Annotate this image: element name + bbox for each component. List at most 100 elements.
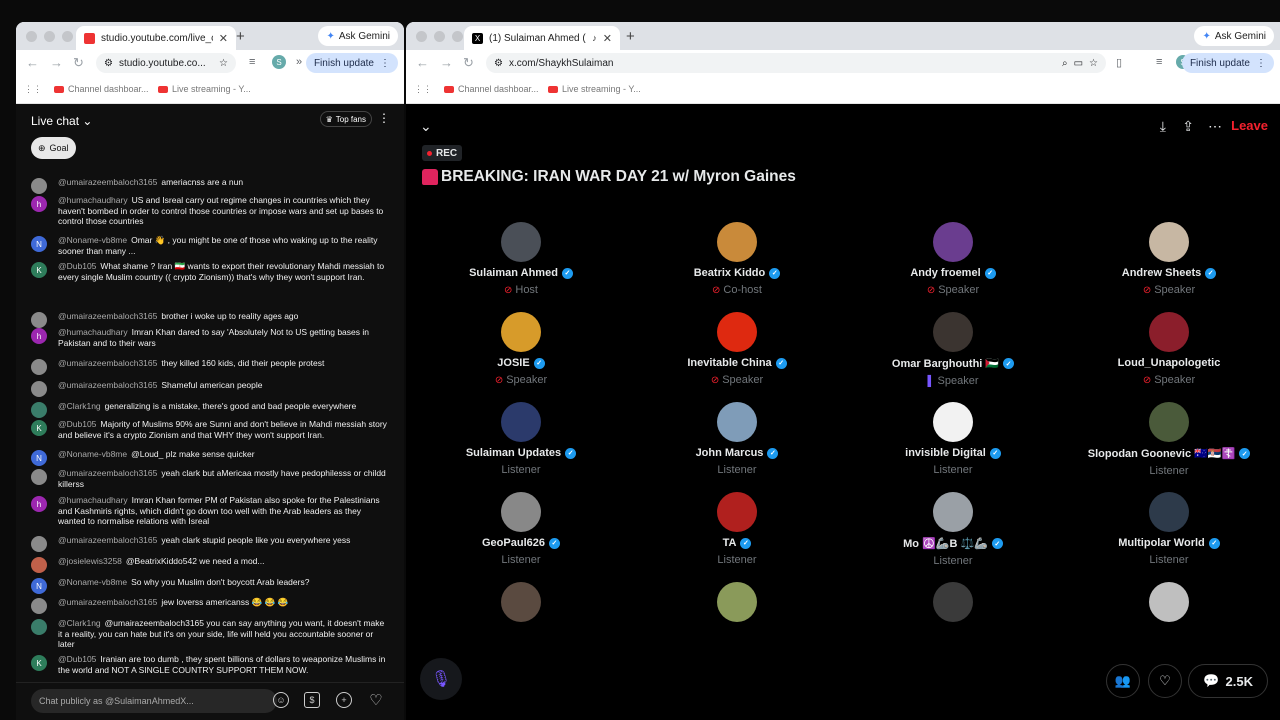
user-avatar[interactable]: h — [31, 328, 47, 344]
bookmark-live-streaming[interactable]: Live streaming - Y... — [548, 84, 641, 94]
participant-avatar[interactable] — [717, 402, 757, 442]
close-window-button[interactable] — [26, 31, 37, 42]
bookmark-live-streaming[interactable]: Live streaming - Y... — [158, 84, 251, 94]
participant-avatar[interactable] — [501, 222, 541, 262]
participant[interactable]: Mo ☮️🦾B ⚖️🦾 ✓ Listener — [853, 492, 1053, 567]
add-icon[interactable]: + — [336, 692, 352, 708]
participant[interactable]: Multipolar World ✓ Listener — [1069, 492, 1269, 566]
participant-avatar[interactable] — [501, 402, 541, 442]
user-avatar[interactable]: K — [31, 420, 47, 436]
user-avatar[interactable]: h — [31, 196, 47, 212]
participant-avatar[interactable] — [717, 222, 757, 262]
address-bar[interactable]: ⚙ x.com/ShaykhSulaiman ⌕ ▭ ☆ — [486, 53, 1106, 73]
chat-message-list[interactable]: @umairazeembaloch3165 ameriacnss are a nu… — [16, 162, 404, 682]
reactions-button[interactable]: ♡ — [1148, 664, 1182, 698]
participant-avatar[interactable] — [717, 582, 757, 622]
apps-grid-icon[interactable]: ⋮⋮ — [24, 84, 42, 95]
user-avatar[interactable]: N — [31, 236, 47, 252]
participant[interactable] — [637, 582, 837, 622]
close-tab-icon[interactable]: ✕ — [603, 32, 612, 45]
extensions-icon[interactable]: ≡ — [1156, 56, 1162, 68]
microphone-button[interactable]: 🎙 — [420, 658, 462, 700]
close-window-button[interactable] — [416, 31, 427, 42]
chat-username[interactable]: @Noname-vb8me — [58, 449, 127, 459]
sidebar-icon[interactable]: ▯ — [1116, 56, 1122, 69]
chat-username[interactable]: @josielewis3258 — [58, 556, 122, 566]
chat-username[interactable]: @umairazeembaloch3165 — [58, 535, 157, 545]
user-avatar[interactable] — [31, 402, 47, 418]
maximize-window-button[interactable] — [62, 31, 73, 42]
participant-avatar[interactable] — [933, 492, 973, 532]
top-fans-button[interactable]: ♛ Top fans — [319, 111, 372, 127]
chat-username[interactable]: @Dub105 — [58, 419, 96, 429]
heart-icon[interactable]: ♡ — [368, 692, 384, 709]
people-button[interactable]: 👥 — [1106, 664, 1140, 698]
user-avatar[interactable] — [31, 469, 47, 485]
participant-avatar[interactable] — [933, 312, 973, 352]
bookmark-channel-dashboard[interactable]: Channel dashboar... — [54, 84, 149, 94]
chat-username[interactable]: @Noname-vb8me — [58, 235, 127, 245]
address-bar[interactable]: ⚙ studio.youtube.co... ☆ — [96, 53, 236, 73]
bookmark-star-icon[interactable]: ☆ — [219, 58, 228, 69]
minimize-space-icon[interactable]: ⤓ — [1160, 118, 1166, 135]
chat-username[interactable]: @Dub105 — [58, 654, 96, 664]
chat-username[interactable]: @umairazeembaloch3165 — [58, 311, 157, 321]
chat-username[interactable]: @Clark1ng — [58, 401, 101, 411]
reload-icon[interactable]: ↻ — [463, 55, 474, 71]
forward-arrow-icon[interactable]: → — [440, 55, 453, 70]
forward-arrow-icon[interactable]: → — [50, 55, 63, 70]
super-chat-icon[interactable]: $ — [304, 692, 320, 708]
emoji-icon[interactable]: ☺ — [273, 692, 289, 708]
participant[interactable] — [1069, 582, 1269, 622]
participant-avatar[interactable] — [1149, 582, 1189, 622]
goal-chip[interactable]: ⊕ Goal — [31, 137, 76, 159]
participant-avatar[interactable] — [1149, 312, 1189, 352]
user-avatar[interactable] — [31, 619, 47, 635]
chat-menu-icon[interactable]: ⋮ — [378, 111, 390, 125]
chat-username[interactable]: @Dub105 — [58, 261, 96, 271]
maximize-window-button[interactable] — [452, 31, 463, 42]
site-settings-icon[interactable]: ⚙ — [104, 58, 113, 69]
ask-gemini-button[interactable]: ✦ Ask Gemini — [318, 26, 398, 46]
participant[interactable]: Omar Barghouthi 🇵🇸 ✓ ▌ Speaker — [853, 312, 1053, 387]
profile-avatar[interactable]: S — [272, 55, 286, 69]
user-avatar[interactable] — [31, 359, 47, 375]
chat-username[interactable]: @umairazeembaloch3165 — [58, 468, 157, 478]
user-avatar[interactable]: N — [31, 578, 47, 594]
close-tab-icon[interactable]: ✕ — [219, 32, 228, 45]
participant[interactable]: Sulaiman Ahmed ✓ ⊘ Host — [421, 222, 621, 296]
participant[interactable]: Andy froemel ✓ ⊘ Speaker — [853, 222, 1053, 296]
participant-avatar[interactable] — [1149, 492, 1189, 532]
participant[interactable]: John Marcus ✓ Listener — [637, 402, 837, 476]
more-options-icon[interactable]: ⋯ — [1208, 118, 1222, 135]
chat-username[interactable]: @humachaudhary — [58, 327, 128, 337]
zoom-icon[interactable]: ⌕ — [1062, 58, 1068, 69]
listener-count-button[interactable]: 💬 2.5K — [1188, 664, 1268, 698]
minimize-window-button[interactable] — [44, 31, 55, 42]
overflow-chevron-icon[interactable]: » — [296, 56, 302, 68]
participant[interactable]: TA ✓ Listener — [637, 492, 837, 566]
user-avatar[interactable] — [31, 312, 47, 328]
participant-avatar[interactable] — [1149, 402, 1189, 442]
participant-avatar[interactable] — [933, 222, 973, 262]
participant[interactable]: JOSIE ✓ ⊘ Speaker — [421, 312, 621, 386]
participant-avatar[interactable] — [501, 492, 541, 532]
user-avatar[interactable] — [31, 178, 47, 194]
chat-username[interactable]: @humachaudhary — [58, 495, 128, 505]
chat-input[interactable]: Chat publicly as @SulaimanAhmedX... — [31, 689, 277, 713]
participant[interactable]: Andrew Sheets ✓ ⊘ Speaker — [1069, 222, 1269, 296]
chat-username[interactable]: @Noname-vb8me — [58, 577, 127, 587]
participant-avatar[interactable] — [501, 312, 541, 352]
ask-gemini-button[interactable]: ✦ Ask Gemini — [1194, 26, 1274, 46]
chat-username[interactable]: @humachaudhary — [58, 195, 128, 205]
user-avatar[interactable]: h — [31, 496, 47, 512]
participant-avatar[interactable] — [717, 492, 757, 532]
minimize-window-button[interactable] — [434, 31, 445, 42]
tab-live-chat[interactable]: studio.youtube.com/live_chat ✕ — [76, 26, 236, 50]
site-settings-icon[interactable]: ⚙ — [494, 58, 503, 69]
back-arrow-icon[interactable]: ← — [416, 55, 429, 70]
bookmark-star-icon[interactable]: ☆ — [1089, 58, 1098, 69]
user-avatar[interactable] — [31, 557, 47, 573]
leave-button[interactable]: Leave — [1231, 118, 1268, 133]
user-avatar[interactable]: K — [31, 262, 47, 278]
